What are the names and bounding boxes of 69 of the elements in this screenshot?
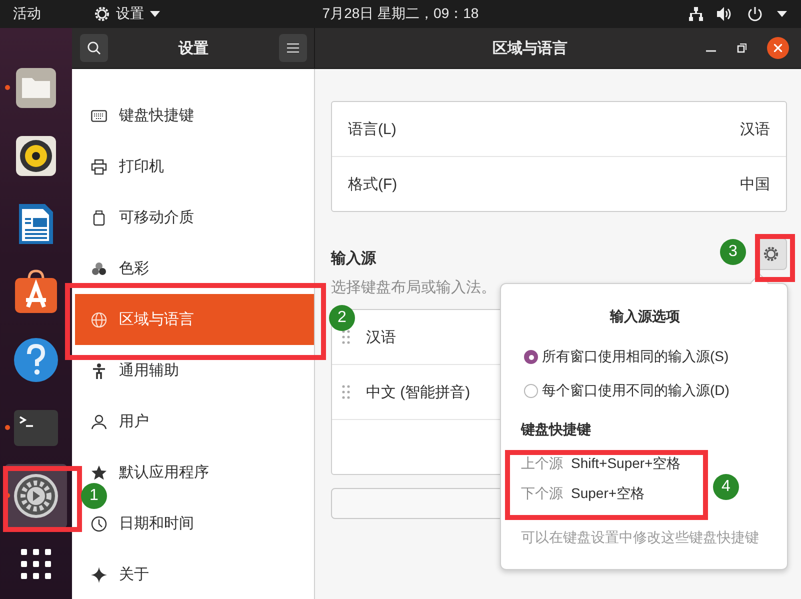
clock-icon (91, 516, 107, 532)
accessibility-icon (92, 362, 106, 378)
shortcut-keys: Super+空格 (571, 485, 645, 503)
input-source-name[interactable]: 汉语 (366, 328, 396, 346)
sidebar-item[interactable]: 可移动介质 (91, 208, 194, 227)
shortcut-keys: Shift+Super+空格 (571, 455, 681, 473)
gear-icon (13, 473, 59, 519)
speaker-icon (14, 134, 58, 178)
setting-label[interactable]: 语言(L) (348, 120, 396, 138)
setting-value: 中国 (740, 174, 770, 194)
popup-title: 输入源选项 (610, 308, 680, 326)
settings-icon (763, 246, 779, 262)
section-heading: 输入源 (331, 249, 376, 268)
section-hint: 选择键盘布局或输入法。 (331, 278, 496, 297)
menu-button[interactable] (279, 34, 307, 62)
popup-note: 可以在键盘设置中修改这些键盘快捷键 (521, 529, 760, 547)
app-grid-icon (19, 547, 53, 581)
usb-drive-icon (93, 210, 105, 226)
color-circles-icon (91, 260, 107, 276)
sidebar-item[interactable]: 区域与语言 (91, 310, 194, 329)
shortcuts-heading: 键盘快捷键 (521, 421, 592, 439)
close-button[interactable] (767, 37, 789, 59)
caret-icon (150, 11, 160, 17)
user-icon (91, 414, 107, 430)
search-button[interactable] (80, 34, 108, 62)
power-icon[interactable] (747, 6, 763, 22)
radio-button[interactable] (524, 384, 538, 398)
maximize-icon[interactable] (737, 43, 747, 53)
folder-icon (14, 66, 58, 110)
network-icon[interactable] (689, 7, 703, 21)
app-menu[interactable]: 设置 (116, 5, 144, 23)
search-icon (87, 41, 101, 55)
close-icon (774, 44, 782, 52)
highlight-frame (755, 234, 795, 282)
sidebar-item[interactable]: 键盘快捷键 (91, 106, 194, 125)
activities-button[interactable]: 活动 (0, 5, 54, 23)
globe-icon (91, 312, 107, 328)
radio-button[interactable] (524, 350, 538, 364)
sidebar-item[interactable]: 默认应用程序 (91, 463, 209, 482)
sidebar-item[interactable]: 用户 (91, 412, 149, 431)
gear-icon (94, 6, 110, 22)
keyboard-icon (91, 110, 107, 122)
clock[interactable]: 7月28日 星期二，09：18 (322, 5, 479, 21)
help-icon (13, 337, 59, 383)
input-source-name[interactable]: 中文 (智能拼音) (366, 382, 470, 402)
drag-handle-icon[interactable] (342, 385, 350, 399)
sidebar-item[interactable]: 打印机 (91, 157, 164, 176)
sidebar-title: 设置 (178, 38, 208, 58)
shortcut-label: 上个源 (521, 455, 563, 473)
shortcut-label: 下个源 (521, 485, 563, 503)
terminal-icon (13, 409, 59, 447)
caret-icon[interactable] (777, 11, 787, 17)
window-title: 区域与语言 (492, 40, 568, 56)
radio-label[interactable]: 所有窗口使用相同的输入源(S) (542, 348, 729, 366)
star-icon (91, 464, 107, 480)
sidebar-item[interactable]: 日期和时间 (91, 514, 194, 533)
drag-handle-icon[interactable] (342, 330, 350, 344)
printer-icon (91, 158, 107, 174)
document-icon (16, 201, 56, 247)
sidebar-item[interactable]: 关于 (91, 565, 149, 584)
sidebar-item[interactable]: 色彩 (91, 259, 149, 278)
sparkle-icon (91, 566, 107, 582)
setting-label[interactable]: 格式(F) (348, 174, 398, 194)
volume-icon[interactable] (717, 7, 733, 21)
radio-label[interactable]: 每个窗口使用不同的输入源(D) (542, 382, 730, 400)
menu-icon (287, 43, 299, 53)
sidebar-item[interactable]: 通用辅助 (91, 361, 179, 380)
shopping-bag-icon (13, 269, 59, 315)
setting-value: 汉语 (740, 120, 770, 138)
